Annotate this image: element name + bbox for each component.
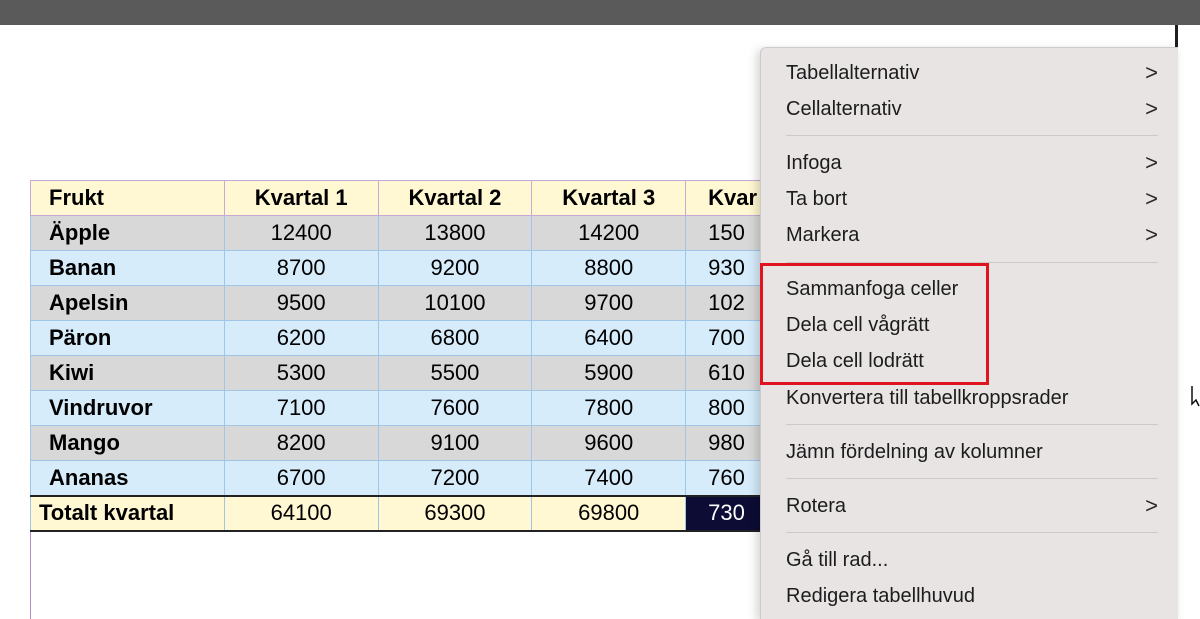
menu-item-label: Cellalternativ xyxy=(786,98,902,120)
menu-item-label: Konvertera till tabellkroppsrader xyxy=(786,387,1069,409)
row-label-cell[interactable]: Vindruvor xyxy=(30,390,225,426)
menu-separator xyxy=(786,424,1158,425)
row-label-cell[interactable]: Banan xyxy=(30,250,225,286)
total-cell[interactable]: 64100 xyxy=(223,494,379,532)
menu-separator xyxy=(786,478,1158,479)
table-cell[interactable]: 6400 xyxy=(531,320,687,356)
menu-item-label: Gå till rad... xyxy=(786,549,889,571)
menu-separator xyxy=(786,135,1158,136)
table-cell[interactable]: 5500 xyxy=(377,355,533,391)
table-row: Päron 6200 6800 6400 700 xyxy=(30,320,790,356)
menu-item-ta-bort[interactable]: Ta bort > xyxy=(786,184,1158,214)
total-cell[interactable]: 69800 xyxy=(531,494,687,532)
row-label-cell[interactable]: Ananas xyxy=(30,460,225,496)
table-cell[interactable]: 8200 xyxy=(223,425,379,461)
menu-item-jamn-fordelning[interactable]: Jämn fördelning av kolumner xyxy=(786,437,1158,467)
chevron-right-icon: > xyxy=(1145,96,1158,121)
header-cell[interactable]: Frukt xyxy=(30,180,225,216)
menu-item-label: Jämn fördelning av kolumner xyxy=(786,441,1043,463)
chevron-right-icon: > xyxy=(1145,60,1158,85)
total-cell[interactable]: 69300 xyxy=(377,494,533,532)
red-highlight-box xyxy=(760,263,989,385)
menu-separator xyxy=(786,532,1158,533)
table-cell[interactable]: 12400 xyxy=(223,215,379,251)
table-cell[interactable]: 6200 xyxy=(223,320,379,356)
menu-item-tabellalternativ[interactable]: Tabellalternativ > xyxy=(786,58,1158,88)
table-cell[interactable]: 9600 xyxy=(531,425,687,461)
table-cell[interactable]: 8800 xyxy=(531,250,687,286)
menu-item-label: Redigera tabellhuvud xyxy=(786,585,976,607)
chevron-right-icon: > xyxy=(1145,493,1158,518)
table-cell[interactable]: 7400 xyxy=(531,460,687,496)
table-cell[interactable]: 9100 xyxy=(377,425,533,461)
table-cell[interactable]: 5300 xyxy=(223,355,379,391)
table-row: Vindruvor 7100 7600 7800 800 xyxy=(30,390,790,426)
row-label-cell[interactable]: Mango xyxy=(30,425,225,461)
header-cell[interactable]: Kvartal 2 xyxy=(377,180,533,216)
table-cell[interactable]: 7600 xyxy=(377,390,533,426)
table-cell[interactable]: 14200 xyxy=(531,215,687,251)
total-label-cell[interactable]: Totalt kvartal xyxy=(30,494,225,532)
menu-item-ga-till-rad[interactable]: Gå till rad... xyxy=(786,545,1158,575)
menu-item-redigera-tabellhuvud[interactable]: Redigera tabellhuvud xyxy=(786,581,1158,611)
row-label-cell[interactable]: Kiwi xyxy=(30,355,225,391)
table-cell[interactable]: 7800 xyxy=(531,390,687,426)
chevron-right-icon: > xyxy=(1145,186,1158,211)
menu-item-label: Tabellalternativ xyxy=(786,62,920,84)
table-row: Mango 8200 9100 9600 980 xyxy=(30,425,790,461)
row-label-cell[interactable]: Äpple xyxy=(30,215,225,251)
table-row: Ananas 6700 7200 7400 760 xyxy=(30,460,790,496)
top-toolbar-bar xyxy=(0,0,1200,25)
menu-item-infoga[interactable]: Infoga > xyxy=(786,148,1158,178)
table-cell[interactable]: 8700 xyxy=(223,250,379,286)
table-cell[interactable]: 10100 xyxy=(377,285,533,321)
table-cell[interactable]: 6700 xyxy=(223,460,379,496)
table-cell[interactable]: 7200 xyxy=(377,460,533,496)
chevron-right-icon: > xyxy=(1145,150,1158,175)
menu-item-label: Rotera xyxy=(786,495,847,517)
table-cell[interactable]: 5900 xyxy=(531,355,687,391)
mouse-pointer-icon xyxy=(1191,386,1200,407)
table-row: Banan 8700 9200 8800 930 xyxy=(30,250,790,286)
menu-item-konvertera[interactable]: Konvertera till tabellkroppsrader xyxy=(786,383,1158,413)
table-row: Kiwi 5300 5500 5900 610 xyxy=(30,355,790,391)
menu-item-markera[interactable]: Markera > xyxy=(786,220,1158,250)
text-frame-border xyxy=(30,532,31,619)
table-cell[interactable]: 6800 xyxy=(377,320,533,356)
table-cell[interactable]: 9700 xyxy=(531,285,687,321)
table-row: Äpple 12400 13800 14200 150 xyxy=(30,215,790,251)
table-header-row: Frukt Kvartal 1 Kvartal 2 Kvartal 3 Kvar xyxy=(30,180,790,216)
menu-item-rotera[interactable]: Rotera > xyxy=(786,491,1158,521)
chevron-right-icon: > xyxy=(1145,222,1158,247)
table-cell[interactable]: 9500 xyxy=(223,285,379,321)
window-edge xyxy=(1175,25,1178,49)
menu-item-cellalternativ[interactable]: Cellalternativ > xyxy=(786,94,1158,124)
table-total-row: Totalt kvartal 64100 69300 69800 730 xyxy=(30,494,790,532)
menu-item-label: Markera xyxy=(786,224,860,246)
row-label-cell[interactable]: Apelsin xyxy=(30,285,225,321)
menu-item-label: Ta bort xyxy=(786,188,848,210)
header-cell[interactable]: Kvartal 3 xyxy=(531,180,687,216)
row-label-cell[interactable]: Päron xyxy=(30,320,225,356)
menu-item-label: Infoga xyxy=(786,152,842,174)
table-cell[interactable]: 13800 xyxy=(377,215,533,251)
fruit-table[interactable]: Frukt Kvartal 1 Kvartal 2 Kvartal 3 Kvar… xyxy=(30,180,790,532)
table-cell[interactable]: 9200 xyxy=(377,250,533,286)
table-cell[interactable]: 7100 xyxy=(223,390,379,426)
header-cell[interactable]: Kvartal 1 xyxy=(223,180,379,216)
table-row: Apelsin 9500 10100 9700 102 xyxy=(30,285,790,321)
